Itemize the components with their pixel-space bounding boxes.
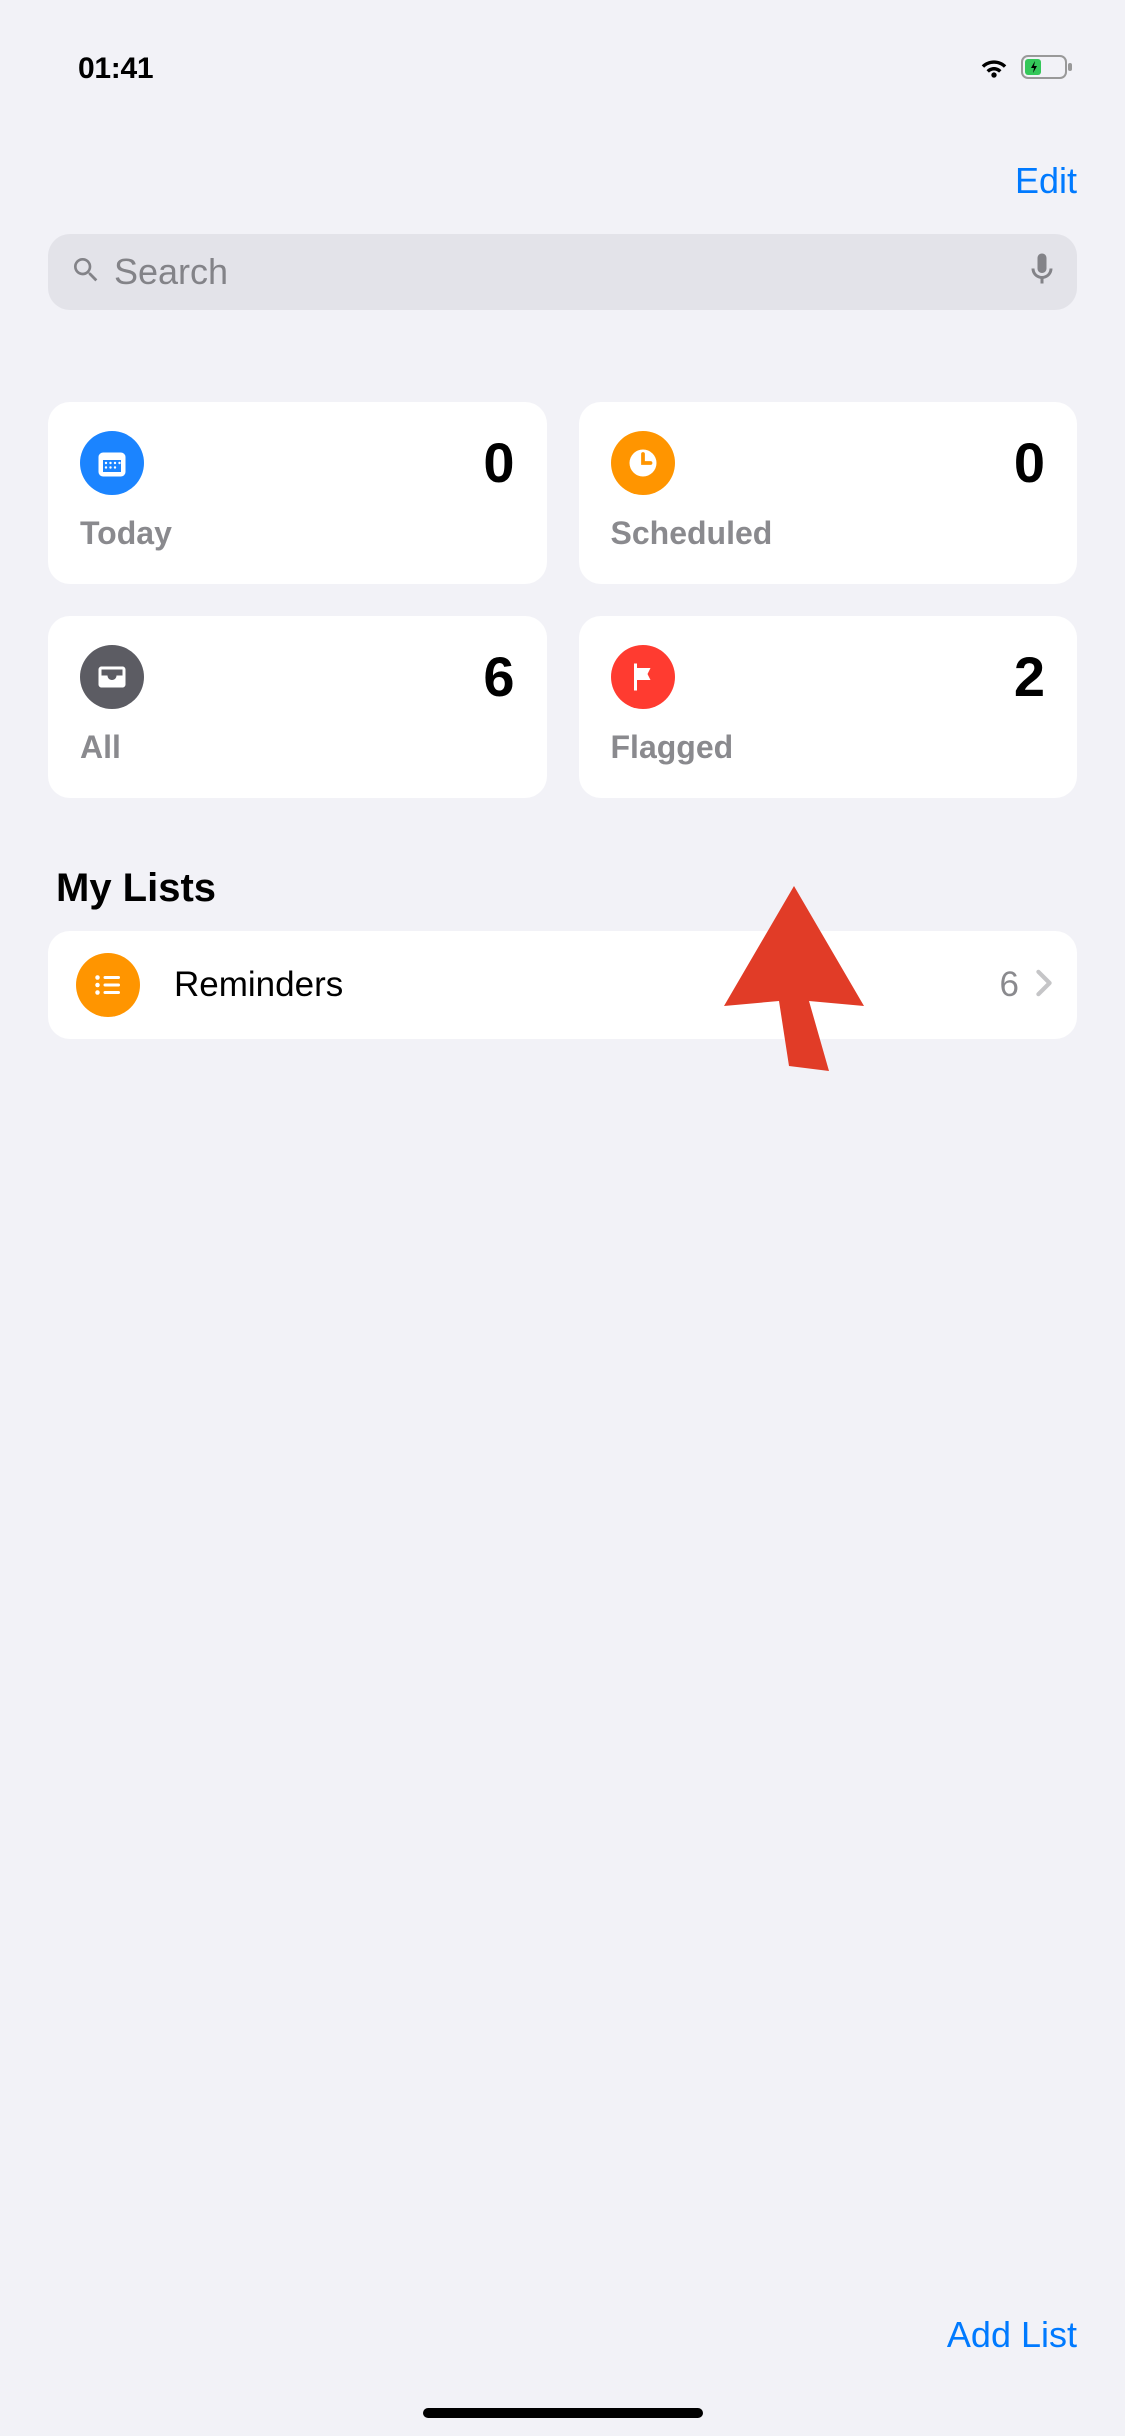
nav-bar: Edit: [0, 100, 1125, 212]
calendar-icon: [80, 431, 144, 495]
card-scheduled[interactable]: 0 Scheduled: [579, 402, 1078, 584]
status-icons: [977, 54, 1075, 85]
mic-icon[interactable]: [1029, 252, 1055, 293]
battery-icon: [1021, 54, 1075, 85]
card-count: 6: [483, 644, 514, 709]
status-bar: 01:41: [0, 0, 1125, 100]
smart-lists-grid: 0 Today 0 Scheduled 6 All 2 Flagged: [48, 402, 1077, 798]
search-input[interactable]: [114, 251, 1029, 293]
edit-button[interactable]: Edit: [1015, 160, 1077, 202]
add-list-button[interactable]: Add List: [947, 2314, 1077, 2356]
card-all[interactable]: 6 All: [48, 616, 547, 798]
list-name: Reminders: [174, 965, 1000, 1005]
card-flagged[interactable]: 2 Flagged: [579, 616, 1078, 798]
status-time: 01:41: [78, 52, 153, 86]
inbox-icon: [80, 645, 144, 709]
list-row-reminders[interactable]: Reminders 6: [48, 931, 1077, 1039]
card-label: Scheduled: [611, 515, 1046, 552]
card-label: Flagged: [611, 729, 1046, 766]
card-count: 2: [1014, 644, 1045, 709]
clock-icon: [611, 431, 675, 495]
bottom-toolbar: Add List: [947, 2314, 1077, 2356]
list-count: 6: [1000, 965, 1019, 1005]
chevron-right-icon: [1035, 969, 1053, 1002]
section-header-my-lists: My Lists: [56, 866, 1069, 911]
card-count: 0: [483, 430, 514, 495]
wifi-icon: [977, 55, 1011, 84]
card-label: All: [80, 729, 515, 766]
card-today[interactable]: 0 Today: [48, 402, 547, 584]
search-icon: [70, 254, 102, 291]
search-field[interactable]: [48, 234, 1077, 310]
home-indicator[interactable]: [423, 2408, 703, 2418]
flag-icon: [611, 645, 675, 709]
list-bullet-icon: [76, 953, 140, 1017]
card-count: 0: [1014, 430, 1045, 495]
card-label: Today: [80, 515, 515, 552]
